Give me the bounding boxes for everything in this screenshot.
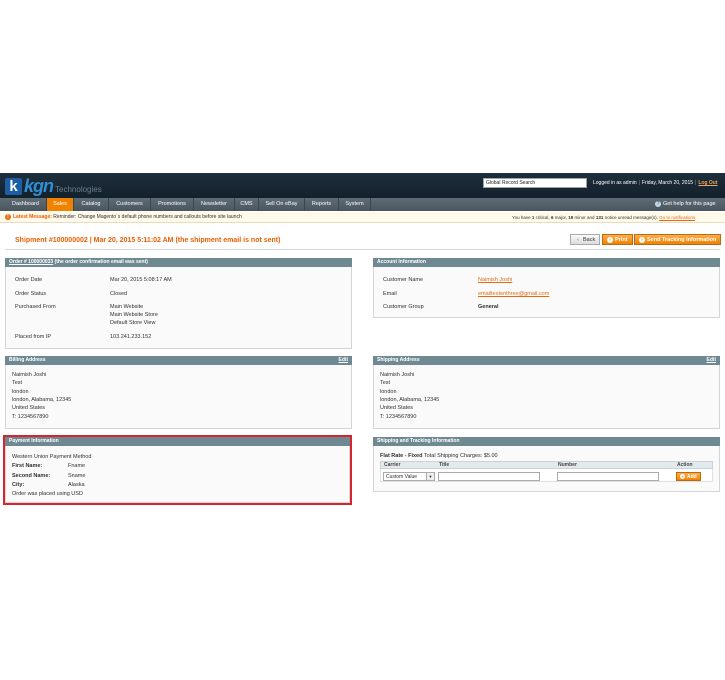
nav-sales[interactable]: Sales [47,198,74,211]
order-number-link[interactable]: Order # 100000033 [9,259,53,265]
shipping-box [373,356,720,429]
go-to-notifications-link[interactable]: Go to notifications [659,215,695,220]
nav-cms[interactable]: CMS [235,198,259,211]
shipping-edit-link[interactable]: Edit [707,356,716,365]
global-search-input[interactable]: Global Record Search [483,178,587,188]
col-number: Number [558,462,577,468]
chevron-down-icon: ▼ [426,473,434,480]
number-input[interactable] [557,472,659,481]
customer-group-value: General [478,304,499,310]
customer-name-link[interactable]: Naimish Joshi [478,277,512,283]
page-title: Shipment #100000002 | Mar 20, 2015 5:11:… [15,237,281,244]
col-carrier: Carrier [384,462,401,468]
nav-newsletter[interactable]: Newsletter [194,198,235,211]
nav-sell-on-ebay[interactable]: Sell On eBay [259,198,305,211]
warning-icon: ! [5,214,11,220]
shipping-line: london, Alabama, 12345 [380,397,440,403]
add-tracking-button[interactable]: + Add [676,472,701,481]
latest-message-label: Latest Message: [13,214,52,220]
shipping-line: United States [380,405,414,411]
title-divider [5,249,720,250]
unread-messages: You have 1 critical, 6 major, 19 minor a… [512,215,696,220]
col-action: Action [677,462,693,468]
billing-line: Naimish Joshi [12,372,47,378]
back-button[interactable]: ‹ Back [570,234,601,245]
shipping-line: T: 1234567890 [380,414,417,420]
payment-highlight-frame [3,435,352,505]
shipping-box-heading: Shipping Address Edit [373,356,720,365]
shipping-line: Naimish Joshi [380,372,415,378]
nav-reports[interactable]: Reports [305,198,339,211]
nav-promotions[interactable]: Promotions [151,198,194,211]
order-date-value: Mar 20, 2015 5:08:17 AM [110,277,172,283]
order-box-heading: Order # 100000033 (the order confirmatio… [5,258,352,267]
tracking-box-heading: Shipping and Tracking Information [373,437,720,446]
purchased-website: Main Website [110,304,144,310]
billing-box-heading: Billing Address Edit [5,356,352,365]
billing-line: london [12,389,29,395]
order-status-label: Order Status [15,291,47,297]
tracking-grid-header: Carrier Title Number Action [380,461,713,469]
add-icon: + [680,474,685,479]
current-date: Friday, March 20, 2015 [641,180,694,186]
billing-line: Test [12,380,23,386]
customer-name-label: Customer Name [383,277,424,283]
order-box [5,258,352,349]
billing-line: United States [12,405,46,411]
billing-line: T: 1234567890 [12,414,49,420]
title-input[interactable] [438,472,540,481]
shipping-line: london [380,389,397,395]
help-link[interactable]: ? Get help for this page [655,201,716,207]
help-icon: ? [655,201,661,207]
billing-edit-link[interactable]: Edit [339,356,348,365]
back-arrow-icon: ‹ [577,237,579,243]
latest-message: ! Latest Message: Reminder: Change Magent… [5,214,242,220]
login-info: Logged in as admin | Friday, March 20, 201… [593,180,718,186]
placed-ip-value: 103.241.233.152 [110,334,152,340]
logo-brand: kgn [24,175,54,196]
nav-system[interactable]: System [339,198,371,211]
logo[interactable]: k kgn Technologies [5,177,102,195]
send-tracking-button[interactable]: › Send Tracking Information [634,234,722,245]
nav-dashboard[interactable]: Dashboard [5,198,47,211]
send-icon: › [639,237,645,243]
shipping-rate: Flat Rate - Fixed Total Shipping Charges… [380,453,498,459]
order-status-value: Closed [110,291,128,297]
carrier-select[interactable]: Custom Value ▼ [383,472,435,481]
account-box-heading: Account Information [373,258,720,267]
purchased-from-label: Purchased From [15,304,56,310]
logo-subtitle: Technologies [55,185,102,194]
customer-group-label: Customer Group [383,304,424,310]
shipping-line: Test [380,380,391,386]
account-box [373,258,720,318]
email-label: Email [383,291,397,297]
col-title: Title [439,462,450,468]
print-icon: › [607,237,613,243]
email-link[interactable]: emailtestenthree@gmail.com [478,291,549,297]
placed-ip-label: Placed from IP [15,334,52,340]
logout-link[interactable]: Log Out [698,180,717,186]
purchased-store-view: Default Store View [110,320,156,326]
billing-line: london, Alabama, 12345 [12,397,72,403]
billing-box [5,356,352,429]
purchased-store: Main Website Store [110,312,158,318]
print-button[interactable]: › Print [602,234,633,245]
latest-message-text: Reminder: Change Magento`s default phone… [53,214,242,220]
logged-in-text: Logged in as admin [593,180,637,186]
order-date-label: Order Date [15,277,43,283]
nav-catalog[interactable]: Catalog [74,198,109,211]
logo-k-icon: k [5,177,22,195]
nav-customers[interactable]: Customers [109,198,151,211]
